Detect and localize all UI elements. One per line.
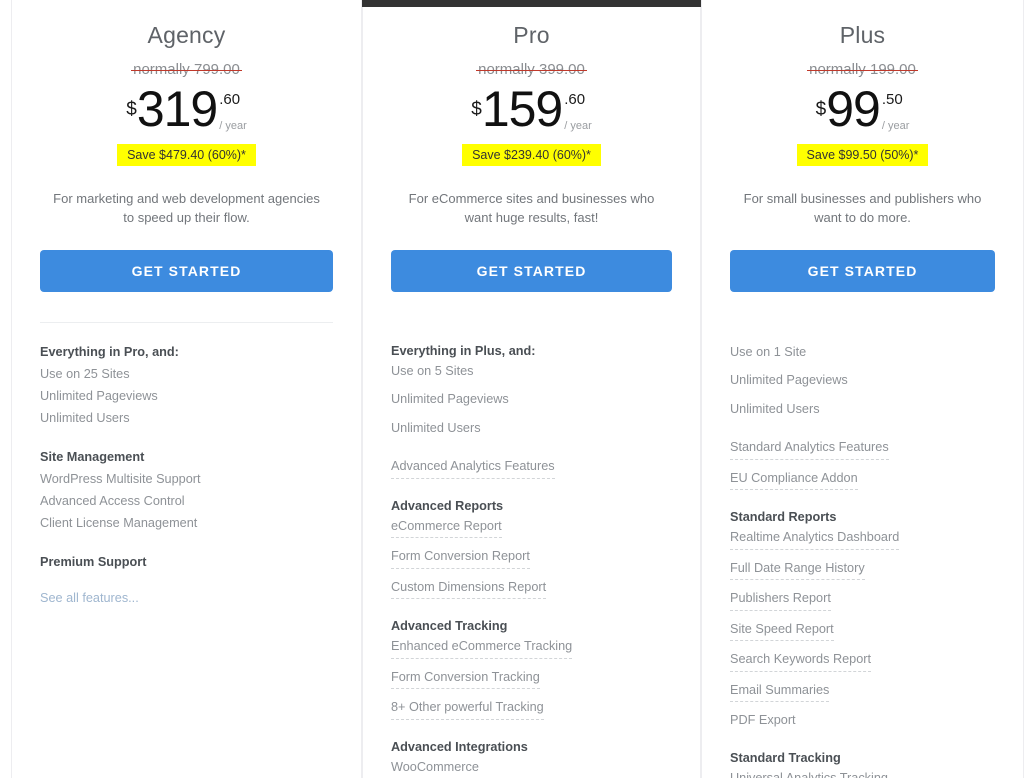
feature-group-heading: Standard Reports (730, 510, 837, 525)
feature-item[interactable]: Full Date Range History (730, 560, 865, 581)
savings-badge: Save $479.40 (60%)* (117, 144, 256, 166)
feature-group: Advanced Analytics Features (391, 458, 672, 479)
feature-group: Standard Tracking Universal Analytics Tra… (730, 751, 995, 778)
price-amount: 159 (481, 81, 563, 137)
price-side: .60 / year (564, 92, 592, 132)
feature-item: WordPress Multisite Support (40, 471, 201, 486)
feature-group-heading: Site Management (40, 449, 145, 464)
price-row: $99.50 / year (730, 81, 995, 137)
plan-description: For small businesses and publishers who … (743, 191, 982, 225)
feature-group: Premium Support (40, 555, 333, 569)
feature-item: Use on 5 Sites (391, 363, 474, 378)
feature-item: Unlimited Users (391, 420, 481, 435)
feature-item: Use on 1 Site (730, 344, 807, 359)
feature-item: Unlimited Pageviews (40, 388, 158, 403)
plan-description: For marketing and web development agenci… (53, 191, 320, 225)
feature-item: Unlimited Pageviews (730, 373, 848, 388)
feature-group: Use on 1 Site Unlimited Pageviews Unlimite… (730, 344, 995, 420)
feature-item[interactable]: Advanced Analytics Features (391, 458, 555, 479)
get-started-button[interactable]: GET STARTED (391, 249, 672, 292)
feature-item: Use on 25 Sites (40, 366, 130, 381)
plan-card-plus: Plus normally 199.00 $99.50 / year Save $99.… (701, 0, 1024, 778)
feature-list: Use on 1 Site Unlimited Pageviews Unlimite… (730, 344, 995, 778)
price-period: / year (564, 120, 592, 132)
feature-item[interactable]: Universal Analytics Tracking (730, 770, 888, 778)
original-price-text: normally 399.00 (476, 61, 587, 78)
price-side: .50 / year (882, 92, 910, 132)
feature-item[interactable]: Form Conversion Tracking (391, 669, 540, 690)
feature-group: Everything in Plus, and: Use on 5 Sites Un… (391, 344, 672, 439)
original-price-text: normally 199.00 (807, 61, 918, 78)
feature-group-heading: Premium Support (40, 555, 147, 570)
feature-group-heading: Everything in Plus, and: (391, 343, 536, 358)
feature-group: Site Management WordPress Multisite Suppo… (40, 450, 333, 535)
featured-plan-bar (362, 0, 701, 7)
plan-title: Agency (147, 22, 226, 48)
feature-group: Advanced IntegrationsWooCommerceEasy Dig… (391, 740, 672, 778)
card-divider (40, 321, 333, 323)
feature-group: Standard Reports Realtime Analytics Dashb… (730, 510, 995, 731)
price-period: / year (881, 120, 910, 132)
feature-group-heading: Advanced Integrations (391, 739, 528, 754)
get-started-button[interactable]: GET STARTED (40, 249, 333, 292)
feature-group: Advanced Tracking Enhanced eCommerce Trac… (391, 619, 672, 720)
price-row: $319.60 / year (40, 81, 333, 137)
price-row: $159.60 / year (391, 81, 672, 137)
feature-group-heading: Advanced Reports (391, 498, 504, 513)
price-cents: .60 (564, 91, 586, 108)
plan-card-pro: Pro normally 399.00 $159.60 / year Save $239… (362, 0, 701, 778)
feature-group-heading: Everything in Pro, and: (40, 344, 179, 359)
price-cents: .60 (219, 91, 241, 108)
feature-list: Everything in Plus, and: Use on 5 Sites Un… (391, 344, 672, 778)
feature-group: Everything in Pro, and: Use on 25 Sites Un… (40, 345, 333, 430)
feature-item[interactable]: Publishers Report (730, 590, 831, 611)
feature-group-heading: Advanced Tracking (391, 619, 508, 634)
feature-item: Unlimited Users (730, 401, 820, 416)
feature-list: Everything in Pro, and: Use on 25 Sites Un… (40, 345, 333, 611)
feature-group: Standard Analytics Features EU Compliance… (730, 439, 995, 491)
plan-title: Pro (513, 22, 550, 48)
get-started-button[interactable]: GET STARTED (730, 249, 995, 292)
currency-symbol: $ (471, 99, 482, 120)
feature-item: Advanced Access Control (40, 493, 185, 508)
feature-item[interactable]: 8+ Other powerful Tracking (391, 699, 544, 720)
currency-symbol: $ (815, 99, 827, 120)
feature-item[interactable]: Realtime Analytics Dashboard (730, 529, 900, 550)
price-amount: 319 (136, 81, 218, 137)
price-cents: .50 (881, 91, 903, 108)
feature-group: Advanced Reports eCommerce Report Form Con… (391, 499, 672, 600)
plan-description: For eCommerce sites and businesses who w… (408, 191, 655, 225)
feature-item: PDF Export (730, 713, 796, 728)
original-price: normally 399.00 (391, 61, 672, 78)
feature-item[interactable]: eCommerce Report (391, 518, 502, 539)
price-side: .60 / year (219, 92, 247, 132)
original-price-text: normally 799.00 (131, 61, 242, 78)
price-period: / year (219, 120, 247, 132)
see-all-features-link[interactable]: See all features... (40, 591, 139, 605)
feature-item[interactable]: WooCommerce (391, 759, 479, 778)
pricing-table: Agency normally 799.00 $319.60/ year Save $… (0, 0, 1024, 778)
feature-item[interactable]: Custom Dimensions Report (391, 579, 547, 600)
feature-group-heading: Standard Tracking (730, 750, 841, 765)
savings-badge: Save $99.50 (50%)* (796, 144, 929, 166)
feature-item[interactable]: Enhanced eCommerce Tracking (391, 638, 573, 659)
feature-item[interactable]: Site Speed Report (730, 621, 834, 642)
feature-item[interactable]: Search Keywords Report (730, 651, 872, 672)
feature-item[interactable]: EU Compliance Addon (730, 470, 858, 491)
plan-title: Plus (839, 22, 886, 48)
price-amount: 99 (826, 81, 881, 137)
savings-badge: Save $239.40 (60%)* (462, 144, 601, 166)
feature-item: Unlimited Users (40, 410, 130, 425)
feature-item[interactable]: Form Conversion Report (391, 548, 530, 569)
feature-item[interactable]: Email Summaries (730, 682, 830, 703)
feature-item: Client License Management (40, 516, 198, 530)
currency-symbol: $ (126, 99, 137, 120)
plan-card-agency: Agency normally 799.00 $319.60 / year Save $… (11, 0, 362, 778)
feature-item: Unlimited Pageviews (391, 392, 509, 407)
feature-item[interactable]: Standard Analytics Features (730, 439, 889, 460)
original-price: normally 199.00 (730, 61, 995, 78)
original-price: normally 799.00 (40, 61, 333, 78)
